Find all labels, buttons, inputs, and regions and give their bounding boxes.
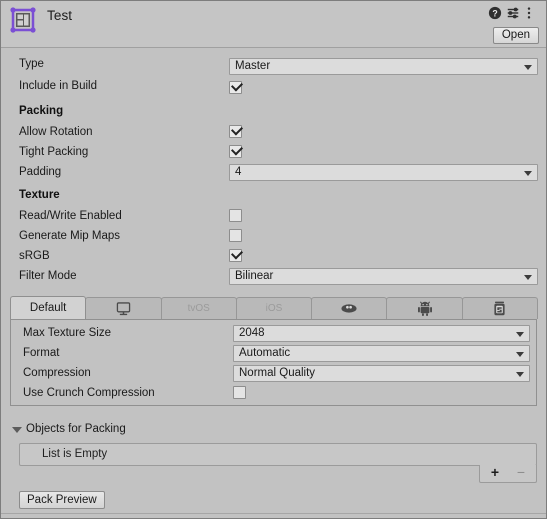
row-include-in-build: Include in Build bbox=[1, 77, 546, 99]
platform-tabstrip: Default tvOS iOS bbox=[10, 295, 538, 320]
row-type: Type Master bbox=[1, 55, 546, 77]
packing-section-title: Packing bbox=[19, 105, 64, 117]
tight-packing-label: Tight Packing bbox=[19, 146, 89, 158]
texture-section-title: Texture bbox=[19, 189, 60, 201]
check-icon bbox=[230, 143, 244, 156]
max-texture-size-label: Max Texture Size bbox=[23, 327, 111, 339]
objects-for-packing-section: Objects for Packing List is Empty + − Pa… bbox=[1, 421, 546, 509]
row-generate-mip-maps: Generate Mip Maps bbox=[1, 227, 546, 247]
chevron-down-icon bbox=[516, 372, 524, 377]
platform-settings-box: Default tvOS iOS Max Texture Size 2048 F… bbox=[10, 295, 538, 406]
row-filter-mode: Filter Mode Bilinear bbox=[1, 267, 546, 287]
format-value: Automatic bbox=[239, 347, 291, 359]
use-crunch-compression-checkbox[interactable] bbox=[233, 386, 246, 399]
generate-mip-maps-checkbox[interactable] bbox=[229, 229, 242, 242]
tab-ios-label: iOS bbox=[265, 303, 283, 314]
tab-dedicated-server[interactable] bbox=[461, 297, 538, 319]
objects-list-footer: + − bbox=[479, 465, 537, 483]
page-title: Test bbox=[47, 8, 73, 23]
row-max-texture-size: Max Texture Size 2048 bbox=[11, 324, 536, 344]
include-in-build-checkbox[interactable] bbox=[229, 79, 244, 94]
list-empty-text: List is Empty bbox=[42, 448, 108, 460]
type-value: Master bbox=[235, 60, 271, 72]
tab-ios[interactable]: iOS bbox=[235, 297, 313, 319]
tab-android[interactable] bbox=[386, 297, 463, 319]
add-object-button[interactable]: + bbox=[484, 465, 506, 481]
chevron-down-icon bbox=[516, 332, 524, 337]
max-texture-size-dropdown[interactable]: 2048 bbox=[233, 325, 530, 342]
objects-list-box[interactable]: List is Empty bbox=[19, 443, 537, 466]
compression-dropdown[interactable]: Normal Quality bbox=[233, 365, 530, 382]
padding-label: Padding bbox=[19, 166, 62, 178]
open-button[interactable]: Open bbox=[492, 27, 539, 44]
android-robot-icon bbox=[417, 301, 432, 316]
bottom-divider bbox=[1, 513, 546, 514]
chevron-down-icon bbox=[524, 171, 532, 176]
tab-webgl[interactable] bbox=[311, 297, 388, 319]
row-read-write-enabled: Read/Write Enabled bbox=[1, 207, 546, 227]
type-label: Type bbox=[19, 58, 44, 70]
row-compression: Compression Normal Quality bbox=[11, 364, 536, 384]
svg-text:?: ? bbox=[492, 9, 497, 19]
type-dropdown[interactable]: Master bbox=[229, 58, 538, 75]
objects-for-packing-foldout[interactable]: Objects for Packing bbox=[1, 421, 546, 440]
check-icon bbox=[230, 79, 244, 92]
filter-mode-dropdown[interactable]: Bilinear bbox=[229, 268, 538, 285]
chevron-down-icon bbox=[524, 65, 532, 70]
row-use-crunch-compression: Use Crunch Compression bbox=[11, 384, 536, 404]
foldout-arrow-icon bbox=[12, 427, 22, 433]
tab-default-label: Default bbox=[29, 302, 67, 314]
format-dropdown[interactable]: Automatic bbox=[233, 345, 530, 362]
tight-packing-checkbox[interactable] bbox=[229, 143, 244, 158]
max-texture-size-value: 2048 bbox=[239, 327, 265, 339]
tab-default[interactable]: Default bbox=[10, 296, 87, 319]
row-format: Format Automatic bbox=[11, 344, 536, 364]
allow-rotation-label: Allow Rotation bbox=[19, 126, 93, 138]
filter-mode-value: Bilinear bbox=[235, 270, 274, 282]
compression-value: Normal Quality bbox=[239, 367, 316, 379]
sprite-atlas-icon bbox=[10, 7, 36, 33]
compression-label: Compression bbox=[23, 367, 91, 379]
check-icon bbox=[230, 247, 244, 260]
dedicated-server-icon bbox=[494, 301, 505, 316]
webgl-icon bbox=[341, 304, 357, 313]
remove-object-button[interactable]: − bbox=[510, 465, 532, 481]
srgb-checkbox[interactable] bbox=[229, 247, 244, 262]
pack-preview-button[interactable]: Pack Preview bbox=[19, 491, 105, 509]
read-write-enabled-label: Read/Write Enabled bbox=[19, 210, 122, 222]
chevron-down-icon bbox=[524, 275, 532, 280]
filter-mode-label: Filter Mode bbox=[19, 270, 77, 282]
padding-value: 4 bbox=[235, 166, 242, 178]
allow-rotation-checkbox[interactable] bbox=[229, 123, 244, 138]
preset-settings-icon[interactable] bbox=[506, 6, 520, 20]
include-in-build-label: Include in Build bbox=[19, 80, 97, 92]
padding-dropdown[interactable]: 4 bbox=[229, 164, 538, 181]
format-label: Format bbox=[23, 347, 60, 359]
row-srgb: sRGB bbox=[1, 247, 546, 267]
sprite-atlas-inspector-window: Test ? Open Type Master Include in Build… bbox=[0, 0, 547, 519]
check-icon bbox=[230, 123, 244, 136]
platform-settings-body: Max Texture Size 2048 Format Automatic C… bbox=[10, 320, 537, 406]
use-crunch-compression-label: Use Crunch Compression bbox=[23, 387, 155, 399]
inspector-header: Test ? Open bbox=[1, 1, 546, 48]
kebab-menu-icon[interactable] bbox=[522, 6, 536, 20]
chevron-down-icon bbox=[516, 352, 524, 357]
row-allow-rotation: Allow Rotation bbox=[1, 123, 546, 143]
tab-tvos[interactable]: tvOS bbox=[160, 297, 237, 319]
texture-section-header: Texture bbox=[1, 183, 546, 207]
read-write-enabled-checkbox[interactable] bbox=[229, 209, 242, 222]
row-tight-packing: Tight Packing bbox=[1, 143, 546, 163]
tab-tvos-label: tvOS bbox=[187, 303, 210, 314]
help-icon[interactable]: ? bbox=[488, 6, 502, 20]
packing-section-header: Packing bbox=[1, 99, 546, 123]
srgb-label: sRGB bbox=[19, 250, 50, 262]
general-properties-group: Type Master Include in Build Packing All… bbox=[1, 55, 546, 287]
generate-mip-maps-label: Generate Mip Maps bbox=[19, 230, 120, 242]
row-padding: Padding 4 bbox=[1, 163, 546, 183]
objects-for-packing-title: Objects for Packing bbox=[26, 423, 126, 435]
standalone-monitor-icon bbox=[116, 301, 131, 315]
tab-standalone[interactable] bbox=[85, 297, 162, 319]
